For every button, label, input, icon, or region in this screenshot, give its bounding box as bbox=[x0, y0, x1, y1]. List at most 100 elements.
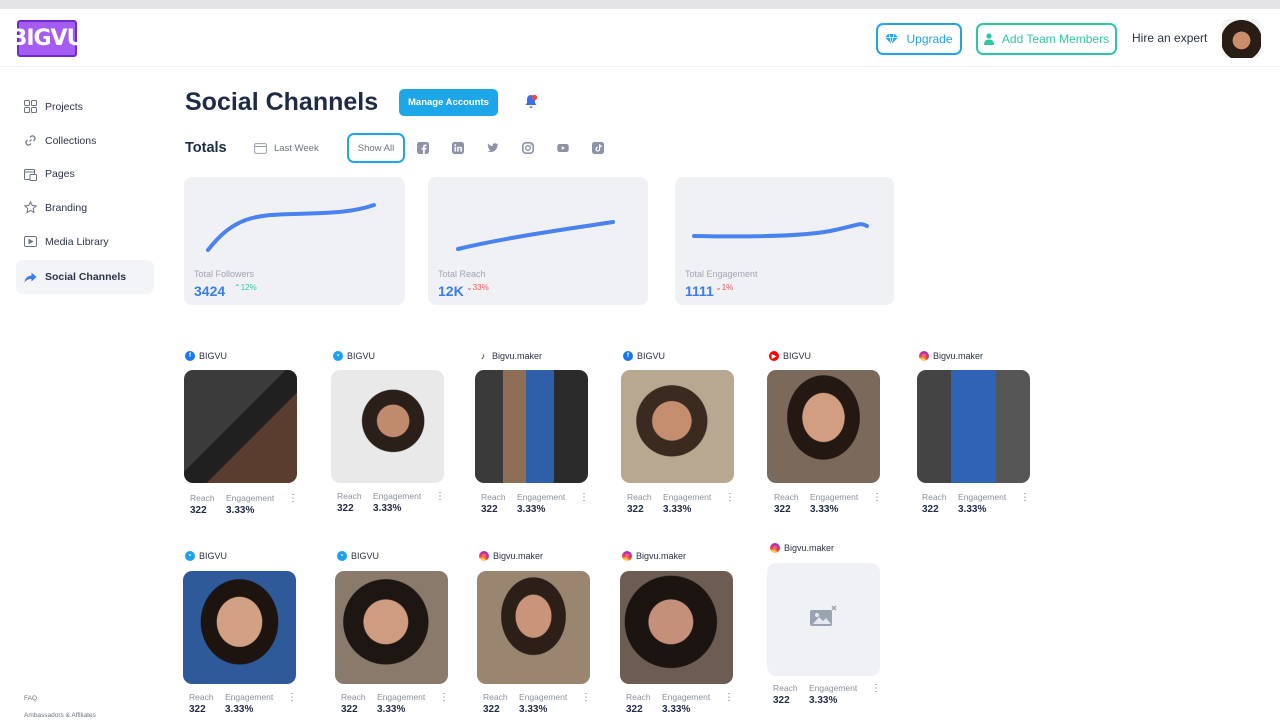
post-thumbnail[interactable] bbox=[184, 370, 297, 483]
reach-label: Reach bbox=[341, 692, 366, 702]
post-thumbnail[interactable] bbox=[475, 370, 588, 483]
reach-value: 322 bbox=[189, 704, 206, 715]
reach-value: 322 bbox=[922, 504, 939, 515]
reach-metric: Reach 322 bbox=[774, 492, 810, 515]
facebook-icon[interactable] bbox=[417, 142, 429, 154]
post-account-name: Bigvu.maker bbox=[636, 551, 687, 561]
instagram-icon: ○ bbox=[479, 551, 489, 561]
more-options-icon[interactable]: ⋮ bbox=[435, 491, 445, 514]
period-selector[interactable]: Last Week bbox=[254, 142, 319, 154]
engagement-value: 3.33% bbox=[519, 704, 548, 715]
sidebar-item-media-library[interactable]: Media Library bbox=[16, 225, 154, 259]
post-metrics: Reach 322 Engagement 3.33% ⋮ bbox=[773, 683, 881, 706]
more-options-icon[interactable]: ⋮ bbox=[287, 692, 297, 715]
media-icon bbox=[24, 235, 37, 248]
post-thumbnail[interactable] bbox=[477, 571, 590, 684]
sidebar-item-branding[interactable]: Branding bbox=[16, 191, 154, 225]
stat-value: 3424 bbox=[194, 283, 226, 299]
tiktok-icon[interactable] bbox=[592, 142, 604, 154]
post-thumbnail[interactable] bbox=[917, 370, 1030, 483]
post-metrics: Reach 322 Engagement 3.33% ⋮ bbox=[189, 692, 297, 715]
engagement-label: Engagement bbox=[958, 492, 1007, 502]
top-strip bbox=[0, 0, 1280, 9]
reach-label: Reach bbox=[483, 692, 508, 702]
ambassadors-link[interactable]: Ambassadors & Affiliates bbox=[24, 712, 96, 719]
bigvu-logo[interactable]: BIGVU bbox=[11, 20, 84, 57]
post-account-name: BIGVU bbox=[783, 351, 812, 361]
twitter-icon: • bbox=[185, 551, 195, 561]
linkedin-icon[interactable] bbox=[452, 142, 464, 154]
sidebar-item-pages[interactable]: Pages bbox=[16, 157, 154, 191]
calendar-icon bbox=[254, 143, 267, 154]
page-title: Social Channels bbox=[185, 88, 379, 116]
engagement-metric: Engagement 3.33% bbox=[225, 692, 287, 715]
notification-bell-icon[interactable] bbox=[524, 94, 538, 109]
show-all-filter[interactable]: Show All bbox=[347, 133, 405, 163]
sidebar-item-social-channels[interactable]: Social Channels bbox=[16, 260, 154, 295]
more-options-icon[interactable]: ⋮ bbox=[288, 493, 298, 516]
engagement-label: Engagement bbox=[225, 692, 274, 702]
instagram-icon[interactable] bbox=[522, 142, 534, 154]
user-avatar[interactable] bbox=[1222, 19, 1261, 58]
post-thumbnail[interactable] bbox=[620, 571, 733, 684]
facebook-icon: f bbox=[185, 351, 195, 361]
more-options-icon[interactable]: ⋮ bbox=[581, 692, 591, 715]
more-options-icon[interactable]: ⋮ bbox=[871, 683, 881, 706]
post-thumbnail[interactable] bbox=[335, 571, 448, 684]
post-account: • BIGVU bbox=[185, 550, 301, 562]
add-team-members-button[interactable]: Add Team Members bbox=[976, 23, 1117, 55]
stat-value: 1111 bbox=[685, 283, 714, 299]
engagement-label: Engagement bbox=[226, 493, 275, 503]
post-thumbnail[interactable] bbox=[183, 571, 296, 684]
reach-value: 322 bbox=[483, 704, 500, 715]
period-label: Last Week bbox=[274, 142, 319, 154]
post-thumbnail-placeholder[interactable] bbox=[767, 563, 880, 676]
post-account: ○ Bigvu.maker bbox=[770, 542, 886, 554]
engagement-value: 3.33% bbox=[373, 503, 402, 514]
pages-icon bbox=[24, 168, 37, 181]
engagement-metric: Engagement 3.33% bbox=[662, 692, 724, 715]
twitter-icon[interactable] bbox=[487, 142, 499, 154]
more-options-icon[interactable]: ⋮ bbox=[725, 492, 735, 515]
reach-metric: Reach 322 bbox=[773, 683, 809, 706]
more-options-icon[interactable]: ⋮ bbox=[439, 692, 449, 715]
more-options-icon[interactable]: ⋮ bbox=[579, 492, 589, 515]
hire-expert-link[interactable]: Hire an expert bbox=[1132, 31, 1207, 45]
engagement-metric: Engagement 3.33% bbox=[373, 491, 435, 514]
sidebar-item-label: Collections bbox=[45, 134, 97, 147]
post-account: f BIGVU bbox=[185, 350, 301, 362]
engagement-sparkline bbox=[692, 222, 869, 239]
twitter-icon: • bbox=[333, 351, 343, 361]
reach-metric: Reach 322 bbox=[337, 491, 373, 514]
add-team-label: Add Team Members bbox=[1001, 32, 1110, 46]
reach-label: Reach bbox=[337, 491, 362, 501]
faq-link[interactable]: FAQ bbox=[24, 695, 37, 702]
total-followers-card[interactable]: Total Followers 3424 ⌃12% bbox=[184, 177, 405, 305]
post-account: ○ Bigvu.maker bbox=[479, 550, 595, 562]
more-options-icon[interactable]: ⋮ bbox=[724, 692, 734, 715]
total-reach-card[interactable]: Total Reach 12K ⌄33% bbox=[428, 177, 648, 305]
instagram-icon: ○ bbox=[919, 351, 929, 361]
post-thumbnail[interactable] bbox=[331, 370, 444, 483]
engagement-value: 3.33% bbox=[662, 704, 691, 715]
post-thumbnail[interactable] bbox=[621, 370, 734, 483]
post-account-name: Bigvu.maker bbox=[784, 543, 835, 553]
total-engagement-card[interactable]: Total Engagement 1111 ⌄1% bbox=[675, 177, 894, 305]
sidebar-item-projects[interactable]: Projects bbox=[16, 90, 154, 124]
post-account-name: BIGVU bbox=[199, 551, 228, 561]
followers-sparkline bbox=[206, 203, 376, 252]
post-metrics: Reach 322 Engagement 3.33% ⋮ bbox=[337, 491, 445, 514]
post-metrics: Reach 322 Engagement 3.33% ⋮ bbox=[627, 492, 735, 515]
more-options-icon[interactable]: ⋮ bbox=[1020, 492, 1030, 515]
youtube-icon[interactable] bbox=[557, 142, 569, 154]
instagram-icon: ○ bbox=[622, 551, 632, 561]
upgrade-button[interactable]: Upgrade bbox=[876, 23, 962, 55]
reach-label: Reach bbox=[481, 492, 506, 502]
sidebar-item-collections[interactable]: Collections bbox=[16, 124, 154, 158]
post-thumbnail[interactable] bbox=[767, 370, 880, 483]
engagement-label: Engagement bbox=[517, 492, 566, 502]
more-options-icon[interactable]: ⋮ bbox=[872, 492, 882, 515]
reach-label: Reach bbox=[773, 683, 798, 693]
post-account: • BIGVU bbox=[337, 550, 453, 562]
manage-accounts-button[interactable]: Manage Accounts bbox=[399, 89, 498, 116]
